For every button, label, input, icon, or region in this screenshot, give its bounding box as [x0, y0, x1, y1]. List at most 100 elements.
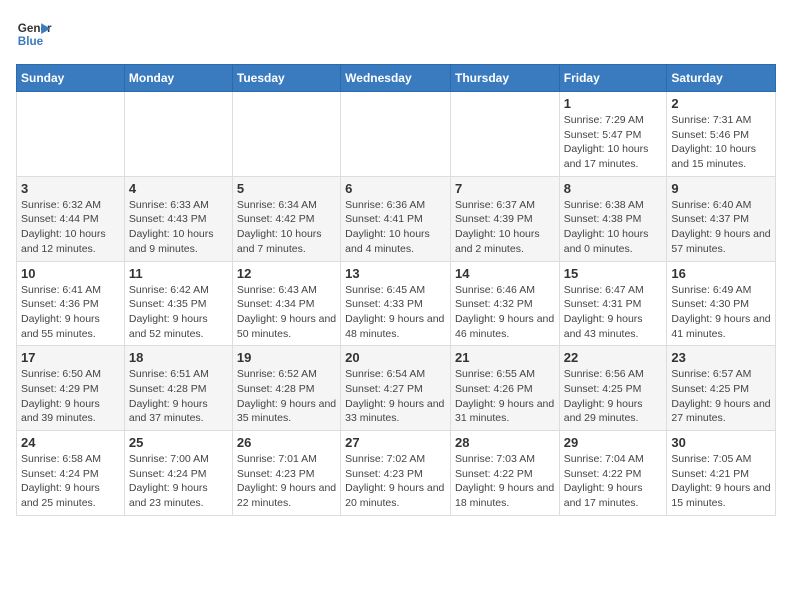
calendar-cell: 18 Sunrise: 6:51 AM Sunset: 4:28 PM Dayli… — [124, 346, 232, 431]
day-info: Sunrise: 7:02 AM Sunset: 4:23 PM Dayligh… — [345, 452, 446, 511]
day-info: Sunrise: 6:38 AM Sunset: 4:38 PM Dayligh… — [564, 198, 663, 257]
day-info: Sunrise: 6:40 AM Sunset: 4:37 PM Dayligh… — [671, 198, 771, 257]
calendar-cell: 6 Sunrise: 6:36 AM Sunset: 4:41 PM Daylig… — [341, 176, 451, 261]
calendar-cell — [124, 92, 232, 177]
day-number: 13 — [345, 266, 446, 281]
calendar-cell — [17, 92, 125, 177]
day-number: 9 — [671, 181, 771, 196]
calendar-cell: 19Sunrise: 6:52 AM Sunset: 4:28 PM Dayli… — [232, 346, 340, 431]
day-number: 30 — [671, 435, 771, 450]
day-info: Sunrise: 6:55 AM Sunset: 4:26 PM Dayligh… — [455, 367, 555, 426]
day-info: Sunrise: 7:31 AM Sunset: 5:46 PM Dayligh… — [671, 113, 771, 172]
day-number: 14 — [455, 266, 555, 281]
calendar-week-row: 3 Sunrise: 6:32 AM Sunset: 4:44 PM Daylig… — [17, 176, 776, 261]
day-number: 18 — [129, 350, 228, 365]
day-info: Sunrise: 6:49 AM Sunset: 4:30 PM Dayligh… — [671, 283, 771, 342]
day-info: Sunrise: 6:47 AM Sunset: 4:31 PM Dayligh… — [564, 283, 663, 342]
day-info: Sunrise: 6:58 AM Sunset: 4:24 PM Dayligh… — [21, 452, 120, 511]
day-info: Sunrise: 6:51 AM Sunset: 4:28 PM Dayligh… — [129, 367, 228, 426]
day-info: Sunrise: 6:34 AM Sunset: 4:42 PM Dayligh… — [237, 198, 336, 257]
calendar-cell: 24 Sunrise: 6:58 AM Sunset: 4:24 PM Dayli… — [17, 431, 125, 516]
calendar-cell: 22 Sunrise: 6:56 AM Sunset: 4:25 PM Dayli… — [559, 346, 667, 431]
calendar-cell: 25 Sunrise: 7:00 AM Sunset: 4:24 PM Dayli… — [124, 431, 232, 516]
calendar-cell — [341, 92, 451, 177]
calendar-week-row: 10 Sunrise: 6:41 AM Sunset: 4:36 PM Dayli… — [17, 261, 776, 346]
day-info: Sunrise: 7:29 AM Sunset: 5:47 PM Dayligh… — [564, 113, 663, 172]
weekday-header-thursday: Thursday — [450, 65, 559, 92]
calendar-cell: 27 Sunrise: 7:02 AM Sunset: 4:23 PM Dayli… — [341, 431, 451, 516]
day-number: 5 — [237, 181, 336, 196]
weekday-header-friday: Friday — [559, 65, 667, 92]
day-number: 19 — [237, 350, 336, 365]
day-number: 17 — [21, 350, 120, 365]
day-info: Sunrise: 6:42 AM Sunset: 4:35 PM Dayligh… — [129, 283, 228, 342]
calendar-cell: 10 Sunrise: 6:41 AM Sunset: 4:36 PM Dayli… — [17, 261, 125, 346]
day-number: 7 — [455, 181, 555, 196]
calendar-table: SundayMondayTuesdayWednesdayThursdayFrid… — [16, 64, 776, 516]
calendar-cell: 28Sunrise: 7:03 AM Sunset: 4:22 PM Dayli… — [450, 431, 559, 516]
calendar-cell: 3 Sunrise: 6:32 AM Sunset: 4:44 PM Daylig… — [17, 176, 125, 261]
weekday-header-tuesday: Tuesday — [232, 65, 340, 92]
day-info: Sunrise: 7:01 AM Sunset: 4:23 PM Dayligh… — [237, 452, 336, 511]
day-info: Sunrise: 7:00 AM Sunset: 4:24 PM Dayligh… — [129, 452, 228, 511]
calendar-cell: 13 Sunrise: 6:45 AM Sunset: 4:33 PM Dayli… — [341, 261, 451, 346]
day-number: 27 — [345, 435, 446, 450]
day-number: 28 — [455, 435, 555, 450]
day-info: Sunrise: 6:46 AM Sunset: 4:32 PM Dayligh… — [455, 283, 555, 342]
day-number: 21 — [455, 350, 555, 365]
weekday-header-monday: Monday — [124, 65, 232, 92]
calendar-cell: 29Sunrise: 7:04 AM Sunset: 4:22 PM Dayli… — [559, 431, 667, 516]
day-number: 1 — [564, 96, 663, 111]
calendar-cell: 14 Sunrise: 6:46 AM Sunset: 4:32 PM Dayli… — [450, 261, 559, 346]
day-number: 6 — [345, 181, 446, 196]
day-info: Sunrise: 6:43 AM Sunset: 4:34 PM Dayligh… — [237, 283, 336, 342]
calendar-cell — [450, 92, 559, 177]
day-info: Sunrise: 6:50 AM Sunset: 4:29 PM Dayligh… — [21, 367, 120, 426]
calendar-week-row: 24 Sunrise: 6:58 AM Sunset: 4:24 PM Dayli… — [17, 431, 776, 516]
svg-text:Blue: Blue — [18, 35, 44, 48]
calendar-cell: 1 Sunrise: 7:29 AM Sunset: 5:47 PM Daylig… — [559, 92, 667, 177]
day-number: 15 — [564, 266, 663, 281]
day-info: Sunrise: 6:37 AM Sunset: 4:39 PM Dayligh… — [455, 198, 555, 257]
day-number: 25 — [129, 435, 228, 450]
calendar-cell: 17 Sunrise: 6:50 AM Sunset: 4:29 PM Dayli… — [17, 346, 125, 431]
calendar-cell: 26Sunrise: 7:01 AM Sunset: 4:23 PM Dayli… — [232, 431, 340, 516]
day-number: 2 — [671, 96, 771, 111]
day-info: Sunrise: 6:56 AM Sunset: 4:25 PM Dayligh… — [564, 367, 663, 426]
calendar-week-row: 17 Sunrise: 6:50 AM Sunset: 4:29 PM Dayli… — [17, 346, 776, 431]
calendar-cell: 21 Sunrise: 6:55 AM Sunset: 4:26 PM Dayli… — [450, 346, 559, 431]
logo-icon: General Blue — [16, 16, 52, 52]
day-info: Sunrise: 6:41 AM Sunset: 4:36 PM Dayligh… — [21, 283, 120, 342]
calendar-cell: 5 Sunrise: 6:34 AM Sunset: 4:42 PM Daylig… — [232, 176, 340, 261]
day-number: 3 — [21, 181, 120, 196]
day-info: Sunrise: 6:32 AM Sunset: 4:44 PM Dayligh… — [21, 198, 120, 257]
day-number: 22 — [564, 350, 663, 365]
day-info: Sunrise: 6:36 AM Sunset: 4:41 PM Dayligh… — [345, 198, 446, 257]
calendar-header-row: SundayMondayTuesdayWednesdayThursdayFrid… — [17, 65, 776, 92]
day-info: Sunrise: 6:54 AM Sunset: 4:27 PM Dayligh… — [345, 367, 446, 426]
calendar-cell: 8 Sunrise: 6:38 AM Sunset: 4:38 PM Daylig… — [559, 176, 667, 261]
calendar-cell: 12 Sunrise: 6:43 AM Sunset: 4:34 PM Dayli… — [232, 261, 340, 346]
weekday-header-sunday: Sunday — [17, 65, 125, 92]
calendar-cell: 7 Sunrise: 6:37 AM Sunset: 4:39 PM Daylig… — [450, 176, 559, 261]
day-number: 11 — [129, 266, 228, 281]
day-number: 24 — [21, 435, 120, 450]
day-number: 8 — [564, 181, 663, 196]
calendar-cell: 16 Sunrise: 6:49 AM Sunset: 4:30 PM Dayli… — [667, 261, 776, 346]
day-info: Sunrise: 6:45 AM Sunset: 4:33 PM Dayligh… — [345, 283, 446, 342]
calendar-cell: 20 Sunrise: 6:54 AM Sunset: 4:27 PM Dayli… — [341, 346, 451, 431]
page-header: General Blue — [16, 16, 776, 52]
day-number: 12 — [237, 266, 336, 281]
day-info: Sunrise: 6:33 AM Sunset: 4:43 PM Dayligh… — [129, 198, 228, 257]
day-info: Sunrise: 6:57 AM Sunset: 4:25 PM Dayligh… — [671, 367, 771, 426]
day-number: 20 — [345, 350, 446, 365]
calendar-cell: 30 Sunrise: 7:05 AM Sunset: 4:21 PM Dayli… — [667, 431, 776, 516]
calendar-cell — [232, 92, 340, 177]
day-number: 16 — [671, 266, 771, 281]
day-number: 10 — [21, 266, 120, 281]
calendar-cell: 11 Sunrise: 6:42 AM Sunset: 4:35 PM Dayli… — [124, 261, 232, 346]
weekday-header-saturday: Saturday — [667, 65, 776, 92]
calendar-week-row: 1 Sunrise: 7:29 AM Sunset: 5:47 PM Daylig… — [17, 92, 776, 177]
day-info: Sunrise: 7:05 AM Sunset: 4:21 PM Dayligh… — [671, 452, 771, 511]
calendar-cell: 23Sunrise: 6:57 AM Sunset: 4:25 PM Dayli… — [667, 346, 776, 431]
